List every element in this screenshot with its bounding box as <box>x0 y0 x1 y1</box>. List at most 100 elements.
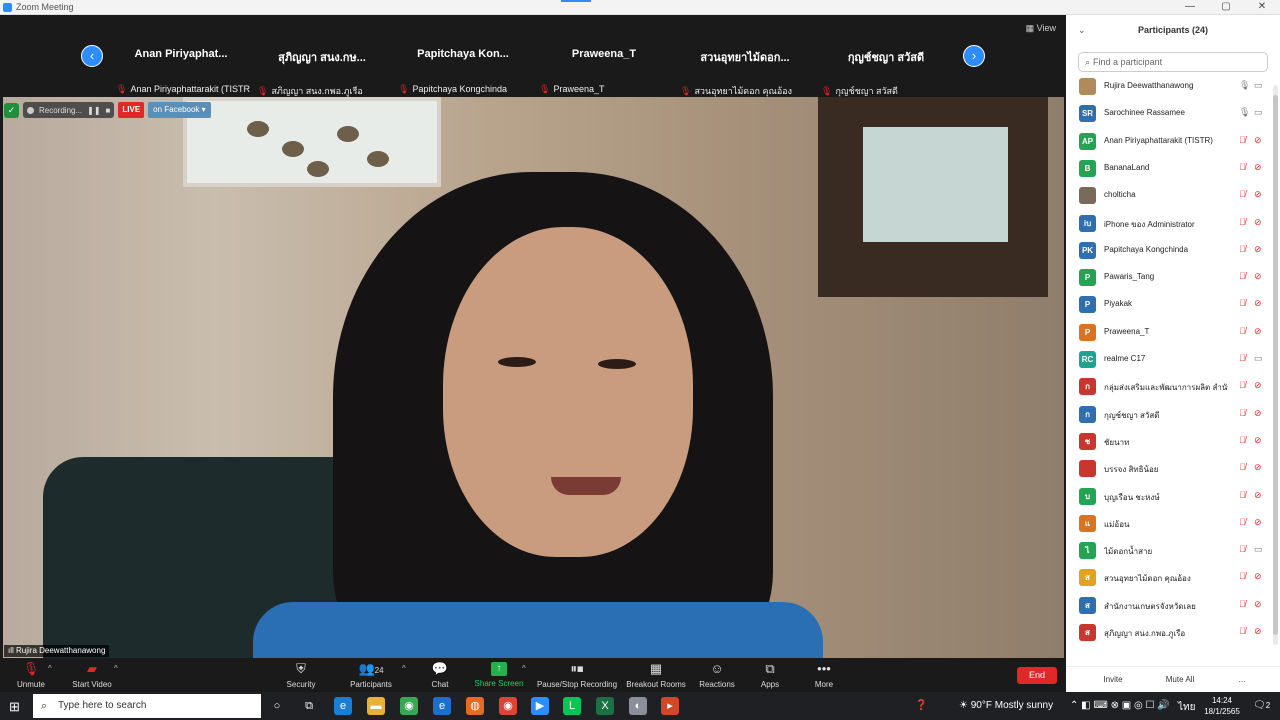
reactions-button[interactable]: ☺ Reactions <box>698 661 736 689</box>
close-button[interactable]: ✕ <box>1244 0 1280 15</box>
file-explorer-icon[interactable]: ▬ <box>367 697 385 715</box>
mic-muted-icon[interactable]: 🎙̸ <box>1239 326 1246 336</box>
ie-icon[interactable]: e <box>433 697 451 715</box>
video-off-icon[interactable]: ⊘ <box>1254 626 1262 637</box>
mic-muted-icon[interactable]: 🎙̸ <box>1239 271 1246 281</box>
video-thumbnail[interactable]: กุญช์ชญา สวัสดี 🎙 กุญช์ชญา สวัสดี <box>817 15 955 97</box>
notifications-icon[interactable]: 🗨2 <box>1253 700 1270 711</box>
mic-muted-icon[interactable]: 🎙̸ <box>1239 217 1246 227</box>
more-options-button[interactable]: ... <box>1232 672 1252 687</box>
apps-button[interactable]: ⧉ Apps <box>756 661 784 689</box>
firefox-icon[interactable]: ◍ <box>466 697 484 715</box>
tray-icons[interactable]: ⌃ ◧ ⌨ ⊗ ▣ ◎ ☐ 🔊 <box>1070 700 1170 711</box>
weather-widget[interactable]: ☀ 90°F Mostly sunny <box>959 700 1053 711</box>
chrome-profile-icon[interactable]: ◉ <box>499 697 517 715</box>
video-off-icon[interactable]: ⊘ <box>1254 599 1262 610</box>
mic-muted-icon[interactable]: 🎙̸ <box>1239 244 1246 254</box>
video-off-icon[interactable]: ⊘ <box>1254 571 1262 582</box>
language-indicator[interactable]: ไทย <box>1178 700 1195 715</box>
video-off-icon[interactable]: ⊘ <box>1254 380 1262 391</box>
mic-muted-icon[interactable]: 🎙̸ <box>1239 435 1246 445</box>
mic-muted-icon[interactable]: 🎙̸ <box>1239 599 1246 609</box>
video-off-icon[interactable]: ⊘ <box>1254 135 1262 146</box>
mic-muted-icon[interactable]: 🎙̸ <box>1239 490 1246 500</box>
mic-muted-icon[interactable]: 🎙̸ <box>1239 626 1246 636</box>
mic-muted-icon[interactable]: 🎙̸ <box>1239 517 1246 527</box>
mic-muted-icon[interactable]: 🎙̸ <box>1239 544 1246 554</box>
mic-icon[interactable]: 🎙 <box>1239 107 1250 118</box>
participant-row[interactable]: Rujira Deewatthanawong 🎙 ▭ <box>1066 77 1272 104</box>
app-icon[interactable]: ◐ <box>629 697 647 715</box>
task-view-icon[interactable]: ⧉ <box>300 697 318 715</box>
mute-all-button[interactable]: Mute All <box>1158 672 1202 687</box>
participant-row[interactable]: ส สวนอุทยาไม้ดอก คุณอ้อง 🎙̸ ⊘ <box>1066 568 1272 595</box>
video-thumbnail[interactable]: Anan Piriyaphat... 🎙 Anan Piriyaphattarak… <box>112 15 250 97</box>
windows-start-icon[interactable]: ⊞ <box>9 699 20 715</box>
video-off-icon[interactable]: ⊘ <box>1254 490 1262 501</box>
participant-row[interactable]: ก กลุ่มส่งเสริมและพัฒนาการผลิต สำนั� 🎙̸ ⊘ <box>1066 377 1272 404</box>
video-off-icon[interactable]: ⊘ <box>1254 408 1262 419</box>
video-off-icon[interactable]: ⊘ <box>1254 517 1262 528</box>
participant-row[interactable]: iบ iPhone ของ Administrator 🎙̸ ⊘ <box>1066 214 1272 241</box>
pause-recording-icon[interactable]: ❚❚ <box>87 106 100 115</box>
video-off-icon[interactable]: ⊘ <box>1254 189 1262 200</box>
breakout-rooms-button[interactable]: ▦ Breakout Rooms <box>626 661 686 689</box>
zoom-taskbar-icon[interactable]: ▶ <box>531 697 549 715</box>
mic-muted-icon[interactable]: 🎙̸ <box>1239 162 1246 172</box>
unmute-button[interactable]: 🎙 Unmute <box>14 661 48 689</box>
next-page-button[interactable]: › <box>963 45 985 67</box>
participant-row[interactable]: cholticha 🎙̸ ⊘ <box>1066 186 1272 213</box>
more-button[interactable]: ••• More <box>810 661 838 689</box>
invite-button[interactable]: Invite <box>1096 672 1130 687</box>
video-off-icon[interactable]: ⊘ <box>1254 244 1262 255</box>
mic-muted-icon[interactable]: 🎙̸ <box>1239 408 1246 418</box>
participant-row[interactable]: P Piyakak 🎙̸ ⊘ <box>1066 295 1272 322</box>
video-icon[interactable]: ▭ <box>1254 544 1263 555</box>
participant-row[interactable]: ส สุภิญญา สนง.กพอ.ภูเรือ 🎙̸ ⊘ <box>1066 623 1272 650</box>
participants-options-caret[interactable]: ^ <box>402 664 406 673</box>
video-off-icon[interactable]: ⊘ <box>1254 435 1262 446</box>
participant-row[interactable]: P Praweena_T 🎙̸ ⊘ <box>1066 323 1272 350</box>
security-button[interactable]: ⛨ Security <box>282 661 320 689</box>
video-off-icon[interactable]: ⊘ <box>1254 271 1262 282</box>
participant-row[interactable]: B BananaLand 🎙̸ ⊘ <box>1066 159 1272 186</box>
view-button[interactable]: ▦ View <box>1026 23 1056 34</box>
participant-row[interactable]: บรรจง สิทธิน้อย 🎙̸ ⊘ <box>1066 459 1272 486</box>
chrome-icon[interactable]: ◉ <box>400 697 418 715</box>
taskbar-search-input[interactable]: ⌕ Type here to search <box>33 694 261 718</box>
participant-row[interactable]: RC realme C17 🎙̸ ▭ <box>1066 350 1272 377</box>
video-off-icon[interactable]: ⊘ <box>1254 162 1262 173</box>
mic-icon[interactable]: 🎙 <box>1239 80 1250 91</box>
video-thumbnail[interactable]: Papitchaya Kon... 🎙 Papitchaya Kongchinda <box>394 15 532 97</box>
participant-row[interactable]: ส สำนักงานเกษตรจังหวัดเลย 🎙̸ ⊘ <box>1066 596 1272 623</box>
encryption-shield-icon[interactable]: ✓ <box>4 102 19 118</box>
video-icon[interactable]: ▭ <box>1254 353 1263 364</box>
start-video-button[interactable]: ▰ Start Video <box>70 661 114 689</box>
share-screen-button[interactable]: ↑ Share Screen <box>474 661 524 688</box>
participant-row[interactable]: บ บุญเรือน ชะหงษ์ 🎙̸ ⊘ <box>1066 487 1272 514</box>
line-icon[interactable]: L <box>563 697 581 715</box>
taskbar-clock[interactable]: 14:24 18/1/2565 <box>1204 695 1240 717</box>
audio-options-caret[interactable]: ^ <box>48 664 52 673</box>
participant-row[interactable]: P Pawaris_Tang 🎙̸ ⊘ <box>1066 268 1272 295</box>
maximize-button[interactable]: ▢ <box>1208 0 1244 15</box>
help-icon[interactable]: ❓ <box>915 700 927 711</box>
powerpoint-icon[interactable]: ▸ <box>661 697 679 715</box>
share-options-caret[interactable]: ^ <box>522 664 526 673</box>
mic-muted-icon[interactable]: 🎙̸ <box>1239 462 1246 472</box>
facebook-stream-dropdown[interactable]: on Facebook ▾ <box>148 102 211 118</box>
participant-row[interactable]: แ แม่อ้อน 🎙̸ ⊘ <box>1066 514 1272 541</box>
pause-stop-recording-button[interactable]: ⏸⏹ Pause/Stop Recording <box>536 661 618 689</box>
video-thumbnail[interactable]: Praweena_T 🎙 Praweena_T <box>535 15 673 97</box>
mic-muted-icon[interactable]: 🎙̸ <box>1239 571 1246 581</box>
participant-row[interactable]: ก กุญช์ชญา สวัสดี 🎙̸ ⊘ <box>1066 405 1272 432</box>
video-icon[interactable]: ▭ <box>1254 80 1263 91</box>
cortana-icon[interactable]: ○ <box>268 697 286 715</box>
prev-page-button[interactable]: ‹ <box>81 45 103 67</box>
mic-muted-icon[interactable]: 🎙̸ <box>1239 353 1246 363</box>
participant-row[interactable]: PK Papitchaya Kongchinda 🎙̸ ⊘ <box>1066 241 1272 268</box>
edge-icon[interactable]: e <box>334 697 352 715</box>
chat-button[interactable]: 💬 Chat <box>426 661 454 689</box>
participant-list-scrollbar[interactable] <box>1273 85 1278 645</box>
mic-muted-icon[interactable]: 🎙̸ <box>1239 380 1246 390</box>
